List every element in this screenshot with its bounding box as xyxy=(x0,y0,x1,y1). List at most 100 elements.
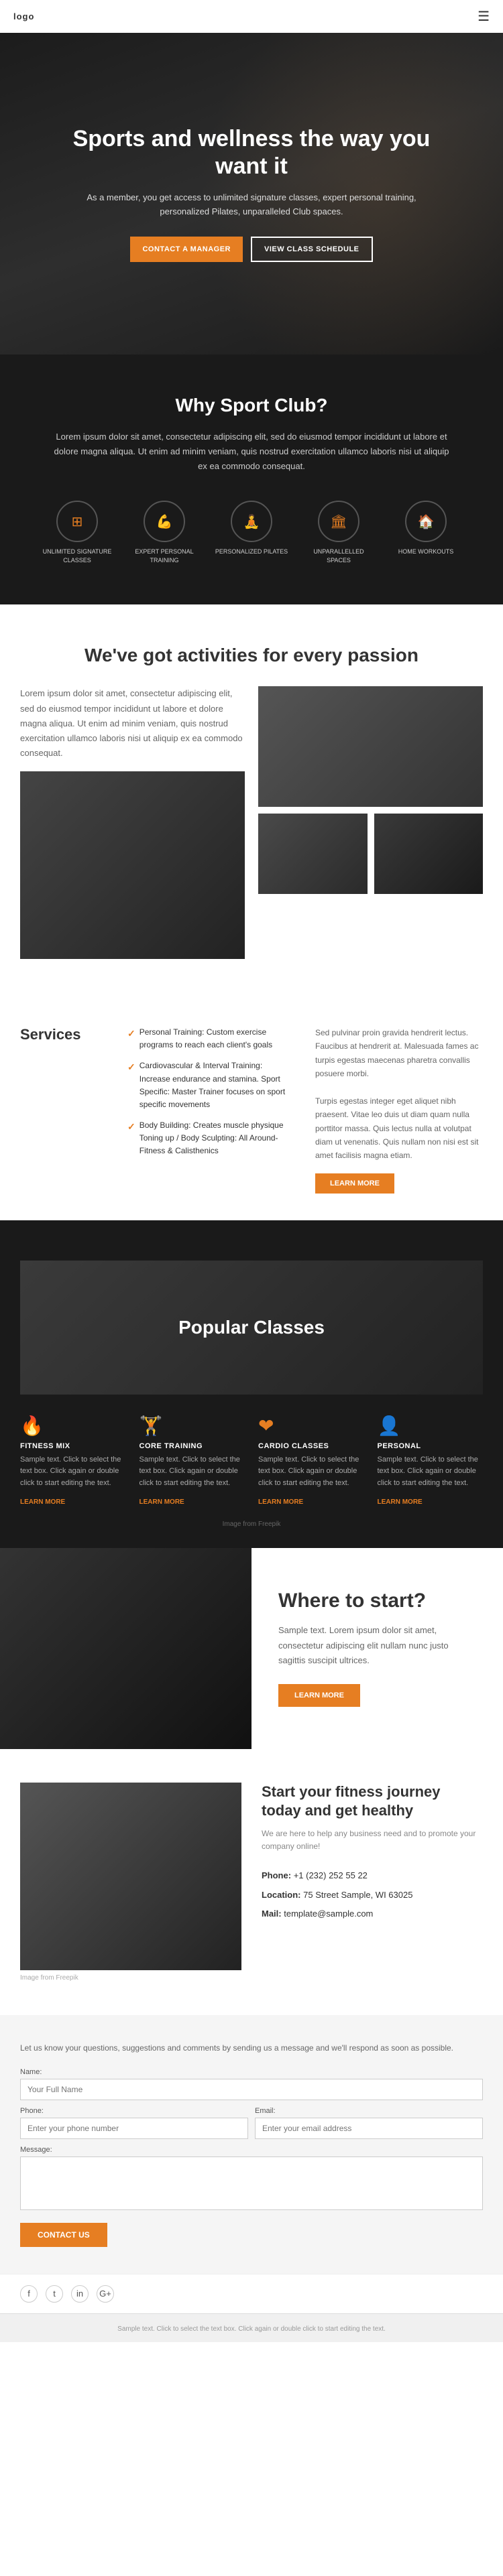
start-sub: We are here to help any business need an… xyxy=(262,1827,483,1853)
form-phone-field: Phone: xyxy=(20,2107,248,2139)
why-icon-item-3: 🏛 UNPARALLELLED SPACES xyxy=(302,501,376,564)
classes-grid: 🔥 FITNESS MIX Sample text. Click to sele… xyxy=(20,1415,483,1507)
phone-field-input[interactable] xyxy=(20,2118,248,2139)
core-training-desc: Sample text. Click to select the text bo… xyxy=(139,1454,245,1490)
activities-grid: Lorem ipsum dolor sit amet, consectetur … xyxy=(20,686,483,958)
service-text-0: Personal Training: Custom exercise progr… xyxy=(139,1026,295,1051)
cardio-icon: ❤ xyxy=(258,1415,364,1437)
where-image xyxy=(0,1548,252,1749)
activity-photos-row xyxy=(258,814,483,894)
why-body: Lorem ipsum dolor sit amet, consectetur … xyxy=(50,430,453,474)
cardio-learn[interactable]: LEARN MORE xyxy=(258,1498,303,1506)
navigation: logo ☰ xyxy=(0,0,503,33)
where-title: Where to start? xyxy=(278,1590,476,1612)
why-label-0: UNLIMITED SIGNATURE CLASSES xyxy=(40,548,114,564)
start-content-col: Start your fitness journey today and get… xyxy=(262,1783,483,1924)
popular-image-credit: Image from Freepik xyxy=(20,1521,483,1528)
services-learn-more-button[interactable]: LEARN MORE xyxy=(315,1173,394,1194)
activities-section: We've got activities for every passion L… xyxy=(0,604,503,999)
why-icon-item-0: ⊞ UNLIMITED SIGNATURE CLASSES xyxy=(40,501,114,564)
why-icon-item-1: 💪 EXPERT PERSONAL TRAINING xyxy=(127,501,201,564)
name-input[interactable] xyxy=(20,2079,483,2100)
start-image-col: Image from Freepik xyxy=(20,1783,241,1982)
services-section: Services ✓ Personal Training: Custom exe… xyxy=(0,999,503,1220)
social-bar: f t in G+ xyxy=(0,2274,503,2313)
why-circle-0: ⊞ xyxy=(56,501,98,542)
personal-name: PERSONAL xyxy=(378,1442,484,1450)
activities-left: Lorem ipsum dolor sit amet, consectetur … xyxy=(20,686,245,958)
check-icon-2: ✓ xyxy=(127,1119,135,1134)
footer-text: Sample text. Click to select the text bo… xyxy=(117,2325,386,2333)
mail-label: Mail: xyxy=(262,1909,282,1919)
hero-title: Sports and wellness the way you want it xyxy=(54,125,449,180)
popular-title: Popular Classes xyxy=(178,1317,325,1338)
message-label: Message: xyxy=(20,2146,483,2154)
facebook-icon[interactable]: f xyxy=(20,2285,38,2303)
services-desc-col: Sed pulvinar proin gravida hendrerit lec… xyxy=(315,1026,483,1194)
core-training-learn[interactable]: LEARN MORE xyxy=(139,1498,184,1506)
start-photo xyxy=(20,1783,241,1970)
activities-right xyxy=(258,686,483,958)
why-label-2: PERSONALIZED PILATES xyxy=(215,548,288,556)
menu-icon[interactable]: ☰ xyxy=(478,8,490,25)
submit-button[interactable]: CONTACT US xyxy=(20,2223,107,2247)
activity-photo-sm-2 xyxy=(374,814,484,894)
contact-manager-button[interactable]: CONTACT A MANAGER xyxy=(130,237,243,262)
email-field-input[interactable] xyxy=(255,2118,483,2139)
service-item-1: ✓ Cardiovascular & Interval Training: In… xyxy=(127,1059,295,1111)
name-label: Name: xyxy=(20,2068,483,2076)
location-label: Location: xyxy=(262,1890,301,1900)
view-schedule-button[interactable]: VIEW CLASS SCHEDULE xyxy=(251,237,373,262)
why-icons-row: ⊞ UNLIMITED SIGNATURE CLASSES 💪 EXPERT P… xyxy=(27,501,476,564)
activity-photo-top-right xyxy=(258,686,483,807)
email-field-label: Email: xyxy=(255,2107,483,2115)
message-input[interactable] xyxy=(20,2156,483,2210)
mail-row: Mail: template@sample.com xyxy=(262,1905,483,1924)
why-icon-item-2: 🧘 PERSONALIZED PILATES xyxy=(215,501,288,564)
services-title-col: Services xyxy=(20,1026,107,1194)
cardio-desc: Sample text. Click to select the text bo… xyxy=(258,1454,364,1490)
hero-buttons: CONTACT A MANAGER VIEW CLASS SCHEDULE xyxy=(54,237,449,262)
services-list-col: ✓ Personal Training: Custom exercise pro… xyxy=(127,1026,295,1194)
why-circle-4: 🏠 xyxy=(405,501,447,542)
mail-value: template@sample.com xyxy=(284,1909,373,1919)
why-section: Why Sport Club? Lorem ipsum dolor sit am… xyxy=(0,355,503,604)
why-icon-item-4: 🏠 HOME WORKOUTS xyxy=(389,501,463,564)
instagram-icon[interactable]: in xyxy=(71,2285,89,2303)
core-training-name: CORE TRAINING xyxy=(139,1442,245,1450)
phone-field-label: Phone: xyxy=(20,2107,248,2115)
hero-section: Sports and wellness the way you want it … xyxy=(0,33,503,355)
start-title: Start your fitness journey today and get… xyxy=(262,1783,483,1821)
class-cardio: ❤ CARDIO CLASSES Sample text. Click to s… xyxy=(258,1415,364,1507)
cardio-name: CARDIO CLASSES xyxy=(258,1442,364,1450)
fitness-mix-learn[interactable]: LEARN MORE xyxy=(20,1498,65,1506)
where-body: Sample text. Lorem ipsum dolor sit amet,… xyxy=(278,1623,476,1667)
popular-section: Popular Classes 🔥 FITNESS MIX Sample tex… xyxy=(0,1220,503,1548)
personal-learn[interactable]: LEARN MORE xyxy=(378,1498,423,1506)
personal-icon: 👤 xyxy=(378,1415,484,1437)
why-circle-1: 💪 xyxy=(144,501,185,542)
hero-subtitle: As a member, you get access to unlimited… xyxy=(84,191,419,219)
why-title: Why Sport Club? xyxy=(27,395,476,416)
location-value: 75 Street Sample, WI 63025 xyxy=(303,1890,412,1900)
check-icon-1: ✓ xyxy=(127,1059,135,1074)
why-label-4: HOME WORKOUTS xyxy=(398,548,454,556)
form-message-field: Message: xyxy=(20,2146,483,2213)
activity-photo-tall-left xyxy=(20,771,245,959)
contact-info: Phone: +1 (232) 252 55 22 Location: 75 S… xyxy=(262,1866,483,1924)
fitness-mix-desc: Sample text. Click to select the text bo… xyxy=(20,1454,126,1490)
services-title: Services xyxy=(20,1026,107,1043)
start-image-credit: Image from Freepik xyxy=(20,1974,241,1982)
form-email-field: Email: xyxy=(255,2107,483,2139)
twitter-icon[interactable]: t xyxy=(46,2285,63,2303)
nav-logo: logo xyxy=(13,11,34,21)
form-name-row: Name: xyxy=(20,2068,483,2100)
class-personal: 👤 PERSONAL Sample text. Click to select … xyxy=(378,1415,484,1507)
google-plus-icon[interactable]: G+ xyxy=(97,2285,114,2303)
service-item-0: ✓ Personal Training: Custom exercise pro… xyxy=(127,1026,295,1051)
where-learn-more-button[interactable]: LEARN MORE xyxy=(278,1684,360,1707)
services-list: ✓ Personal Training: Custom exercise pro… xyxy=(127,1026,295,1158)
class-fitness-mix: 🔥 FITNESS MIX Sample text. Click to sele… xyxy=(20,1415,126,1507)
service-text-2: Body Building: Creates muscle physique T… xyxy=(139,1119,295,1158)
why-label-1: EXPERT PERSONAL TRAINING xyxy=(127,548,201,564)
